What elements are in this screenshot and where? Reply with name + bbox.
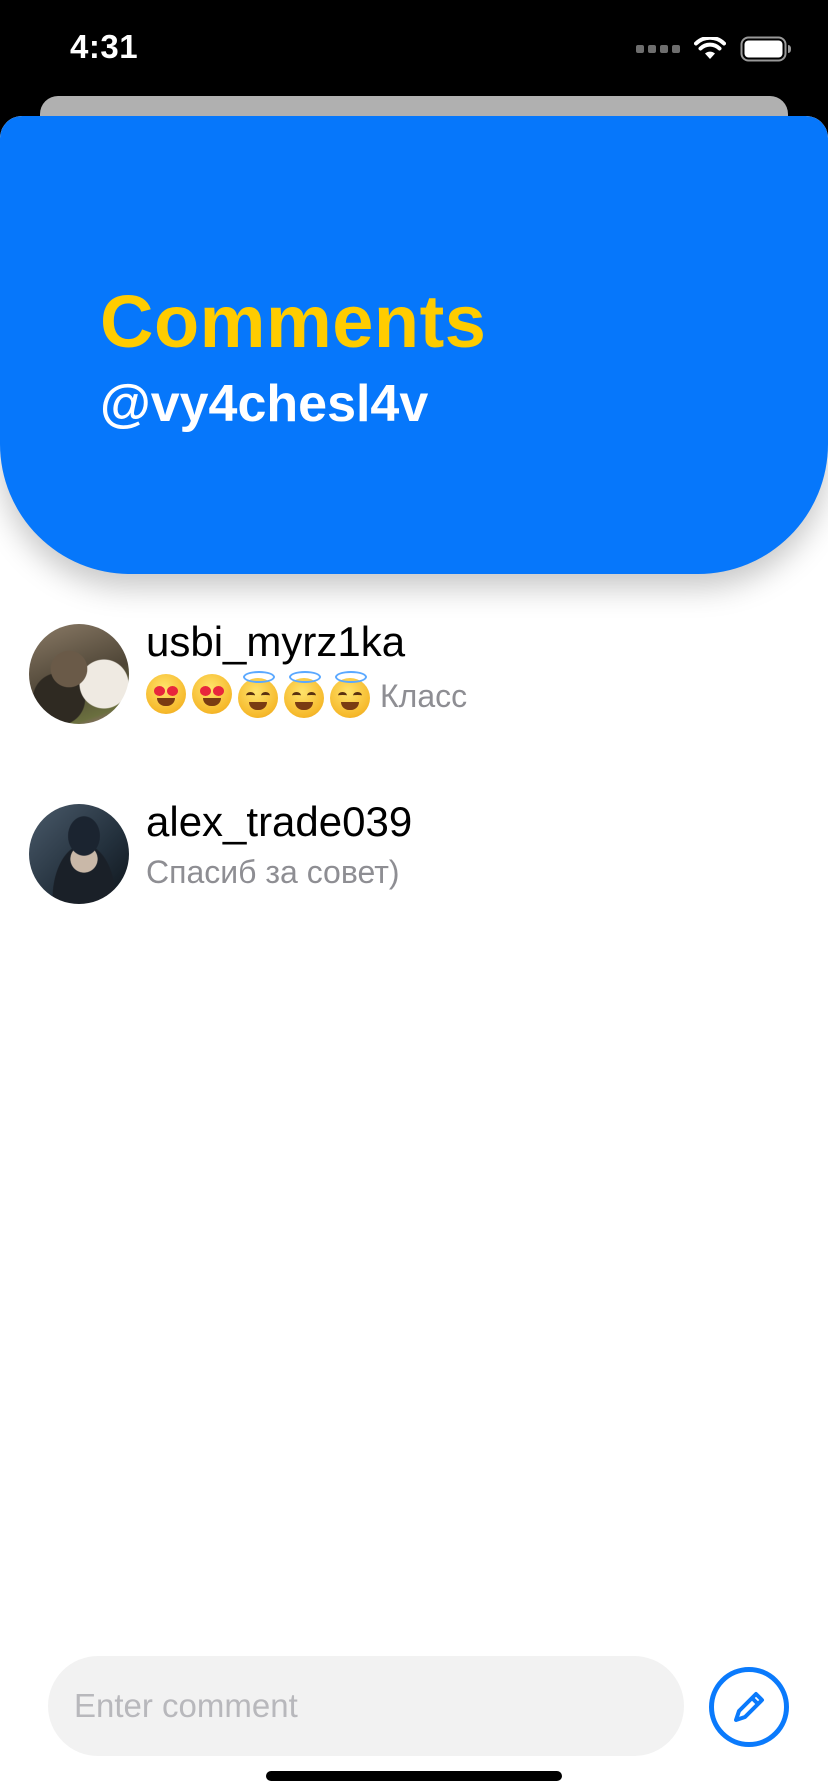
- page-title: Comments: [100, 280, 487, 363]
- status-bar: 4:31: [0, 0, 828, 96]
- signal-icon: [636, 45, 680, 53]
- comment-text: Спасиб за совет): [146, 854, 400, 890]
- comments-sheet: Comments @vy4chesl4v usbi_myrz1ka Класс: [0, 116, 828, 1792]
- avatar[interactable]: [29, 804, 129, 904]
- emoji-group: [146, 671, 370, 718]
- halo-emoji-icon: [238, 671, 278, 718]
- comment-author[interactable]: usbi_myrz1ka: [146, 618, 405, 666]
- status-time: 4:31: [70, 28, 139, 65]
- comment-list: usbi_myrz1ka Класс alex_trade039 Спасиб …: [0, 616, 828, 976]
- halo-emoji-icon: [330, 671, 370, 718]
- header-card: Comments @vy4chesl4v: [0, 116, 828, 574]
- wifi-icon: [694, 37, 726, 59]
- comment-item[interactable]: alex_trade039 Спасиб за совет): [0, 796, 828, 976]
- comment-composer: [0, 1656, 828, 1766]
- comment-author[interactable]: alex_trade039: [146, 798, 412, 846]
- halo-emoji-icon: [284, 671, 324, 718]
- status-icons: [636, 36, 792, 62]
- heart-eyes-emoji-icon: [192, 674, 232, 714]
- battery-icon: [740, 36, 791, 62]
- post-author-handle: @vy4chesl4v: [100, 375, 429, 433]
- send-comment-button[interactable]: [709, 1667, 789, 1747]
- comment-input[interactable]: [48, 1656, 684, 1756]
- comment-text: Класс: [380, 677, 468, 714]
- comment-body: Спасиб за совет): [146, 854, 400, 891]
- comment-body: Класс: [146, 671, 468, 718]
- heart-eyes-emoji-icon: [146, 674, 186, 714]
- home-indicator[interactable]: [266, 1771, 562, 1781]
- comment-item[interactable]: usbi_myrz1ka Класс: [0, 616, 828, 796]
- phone-screen: 4:31 Comments @vy4chesl4v usbi_myrz1ka К…: [0, 0, 828, 1792]
- pencil-icon: [734, 1692, 764, 1722]
- avatar[interactable]: [29, 624, 129, 724]
